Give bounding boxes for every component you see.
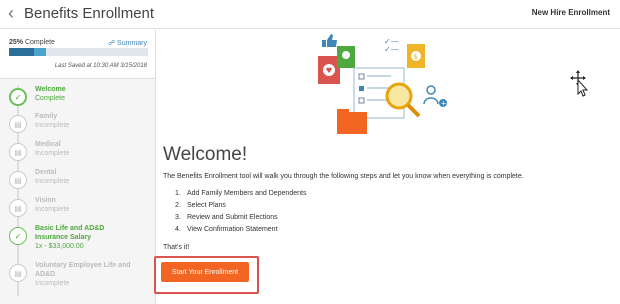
list-item-text: Review and Submit Elections [187,214,278,221]
step-circle-icon: ▤ [9,143,27,161]
main-content: ✓— ✓— $ + Welcome! The Benefits Enrollme… [154,30,620,304]
progress-label: 25% Complete [9,39,55,46]
list-item: 4. View Confirmation Statement [175,226,306,238]
page-title: Benefits Enrollment [24,5,155,22]
step-status: Incomplete [35,122,70,129]
thumbs-up-icon [322,34,337,47]
step-name: Welcome [35,86,66,93]
chevron-left-icon[interactable]: ‹ [8,3,14,24]
progress-bar-fill [9,48,34,56]
list-item-text: Add Family Members and Dependents [187,190,307,197]
svg-text:$: $ [414,53,418,61]
document-green-icon [337,46,355,68]
sidebar: 25% Complete ☍ Summary Last Saved at 10:3… [0,30,156,304]
list-item: 3. Review and Submit Elections [175,214,306,226]
step-status: Incomplete [35,280,70,287]
step-name: Basic Life and AD&D [35,225,105,232]
list-item-number: 4. [175,226,181,233]
step-name: Voluntary Employee Life and [35,262,131,269]
step-name: Vision [35,197,56,204]
step-name-line2: AD&D [35,271,56,278]
step-circle-icon: ▤ [9,199,27,217]
move-cursor-icon [570,70,588,97]
svg-text:✓—: ✓— [384,45,399,54]
step-status: 1x - $33,000.00 [35,243,84,250]
instructions-list: 1. Add Family Members and Dependents 2. Sel… [175,190,306,238]
button-highlight-box: Start Your Enrollment [154,256,259,294]
welcome-heading: Welcome! [163,144,248,165]
intro-text: The Benefits Enrollment tool will walk y… [163,173,524,180]
enrollment-type-label: New Hire Enrollment [531,8,610,17]
check-circle-icon: ✓ [9,88,27,106]
step-circle-icon: ▤ [9,115,27,133]
step-name: Family [35,113,58,120]
summary-link[interactable]: ☍ Summary [108,39,147,47]
check-circle-icon: ✓ [9,227,27,245]
step-name: Dental [35,169,57,176]
step-status: Incomplete [35,178,70,185]
list-item: 1. Add Family Members and Dependents [175,190,306,202]
step-status: Complete [35,95,65,102]
svg-text:+: + [441,100,447,108]
dollar-document-icon: $ [407,44,425,68]
step-name-line2: Insurance Salary [35,234,92,241]
list-item-text: View Confirmation Statement [187,226,278,233]
progress-bar [9,48,148,56]
people-icon: + [423,85,447,108]
enrollment-illustration: ✓— ✓— $ + [318,34,447,134]
checklist-icon: ✓— ✓— [384,37,399,54]
start-enrollment-button[interactable]: Start Your Enrollment [161,262,249,282]
list-item-number: 1. [175,190,181,197]
closing-text: That's it! [163,244,190,251]
progress-bar-current-segment [34,48,46,56]
list-item-number: 2. [175,202,181,209]
step-circle-icon: ▤ [9,264,27,282]
step-status: Incomplete [35,206,70,213]
link-icon: ☍ [107,40,116,47]
list-item-text: Select Plans [187,202,226,209]
folder-icon [337,109,367,134]
last-saved-text: Last Saved at 10:30 AM 3/15/2018 [54,63,147,69]
list-item-number: 3. [175,214,181,221]
step-name: Medical [35,141,61,148]
progress-complete-word: Complete [24,39,55,46]
step-status: Incomplete [35,150,70,157]
list-item: 2. Select Plans [175,202,306,214]
summary-link-label: Summary [117,40,147,47]
app-header: ‹ Benefits Enrollment New Hire Enrollmen… [0,0,620,29]
heart-card-icon [318,56,340,84]
progress-percent: 25% [9,39,24,46]
step-circle-icon: ▤ [9,171,27,189]
progress-panel: 25% Complete ☍ Summary Last Saved at 10:3… [0,30,155,79]
